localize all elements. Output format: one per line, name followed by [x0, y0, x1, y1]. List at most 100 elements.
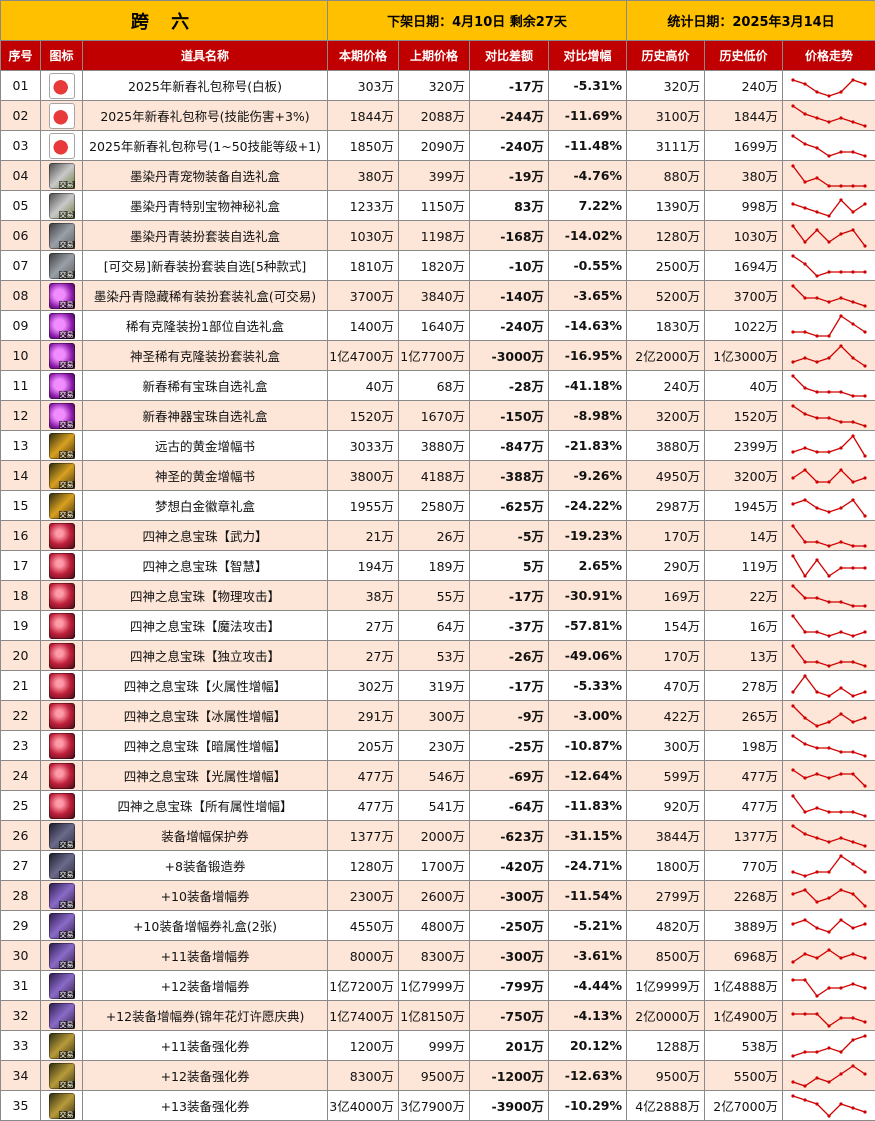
trend-cell — [782, 490, 875, 521]
gold-icon: 交易 — [48, 462, 75, 489]
history-low: 278万 — [704, 670, 784, 701]
history-low: 770万 — [704, 850, 784, 881]
current-price: 3700万 — [327, 280, 400, 311]
trend-point — [863, 565, 867, 570]
row-number: 17 — [0, 550, 41, 581]
item-icon-cell: 交易 — [40, 910, 83, 941]
trend-point — [839, 985, 843, 990]
table-row: 02 2025年新春礼包称号(技能伤害+3%) 1844万 2088万 -244万 -11… — [0, 100, 875, 131]
trend-point — [803, 111, 807, 116]
table-row: 34 交易 +12装备强化券 8300万 9500万 -1200万 -12.63% 9500万… — [0, 1060, 875, 1091]
trend-cell — [782, 1000, 875, 1031]
trend-point — [803, 951, 807, 956]
history-low: 1520万 — [704, 400, 784, 431]
col-current-price: 本期价格 — [327, 40, 400, 71]
history-high: 3111万 — [626, 130, 706, 161]
price-trend-sparkline — [791, 1033, 867, 1058]
trend-point — [863, 1033, 867, 1038]
history-low: 1699万 — [704, 130, 784, 161]
previous-price: 2000万 — [398, 820, 471, 851]
row-number: 27 — [0, 850, 41, 881]
ticket2-icon: 交易 — [48, 1002, 75, 1029]
price-diff: 5万 — [469, 550, 550, 581]
trend-cell — [782, 160, 875, 191]
history-high: 5200万 — [626, 280, 706, 311]
trend-point — [851, 719, 855, 724]
price-trend-sparkline — [791, 853, 867, 878]
row-number: 14 — [0, 460, 41, 491]
price-diff: -69万 — [469, 760, 550, 791]
item-icon-cell: 交易 — [40, 1090, 83, 1121]
history-high: 3100万 — [626, 100, 706, 131]
trend-point — [815, 539, 819, 544]
current-price: 3800万 — [327, 460, 400, 491]
history-low: 2亿7000万 — [704, 1090, 784, 1121]
previous-price: 8300万 — [398, 940, 471, 971]
price-change-pct: -30.91% — [548, 580, 628, 611]
trend-point — [815, 333, 819, 338]
trend-point — [803, 831, 807, 836]
trend-point — [863, 689, 867, 694]
gem-icon — [48, 582, 75, 609]
trend-point — [839, 917, 843, 922]
row-number: 13 — [0, 430, 41, 461]
previous-price: 1670万 — [398, 400, 471, 431]
row-number: 05 — [0, 190, 41, 221]
price-trend-sparkline — [791, 887, 867, 908]
trend-point — [803, 355, 807, 360]
col-no: 序号 — [0, 40, 41, 71]
price-diff: -19万 — [469, 160, 550, 191]
previous-price: 1亿8150万 — [398, 1000, 471, 1031]
current-price: 3亿4000万 — [327, 1090, 400, 1121]
price-change-pct: 7.22% — [548, 190, 628, 221]
trend-cell — [782, 820, 875, 851]
price-change-pct: -3.65% — [548, 280, 628, 311]
previous-price: 1亿7700万 — [398, 340, 471, 371]
col-icon: 图标 — [40, 40, 83, 71]
table-body: 01 2025年新春礼包称号(白板) 303万 320万 -17万 -5.31% 320万 2… — [0, 70, 875, 1121]
current-price: 38万 — [327, 580, 400, 611]
trend-point — [815, 389, 819, 394]
trend-point — [863, 329, 867, 334]
trend-cell — [782, 760, 875, 791]
trend-point — [803, 775, 807, 780]
history-high: 320万 — [626, 70, 706, 101]
history-low: 538万 — [704, 1030, 784, 1061]
trend-point — [863, 81, 867, 86]
history-low: 2268万 — [704, 880, 784, 911]
trend-point — [791, 703, 795, 708]
trend-point — [803, 1011, 807, 1016]
history-low: 477万 — [704, 760, 784, 791]
col-high: 历史高价 — [626, 40, 706, 71]
item-name: 墨染丹青隐藏稀有装扮套装礼盒(可交易) — [81, 280, 329, 311]
trend-point — [839, 629, 843, 634]
trend-point — [839, 749, 843, 754]
trend-point — [803, 887, 807, 892]
price-change-pct: 20.12% — [548, 1030, 628, 1061]
item-name: 墨染丹青装扮套装自选礼盒 — [81, 220, 329, 251]
trade-tag: 交易 — [58, 1110, 75, 1119]
price-trend-sparkline — [791, 133, 867, 158]
history-high: 470万 — [626, 670, 706, 701]
trend-point — [863, 1019, 867, 1024]
gem-icon — [48, 612, 75, 639]
price-diff: -300万 — [469, 940, 550, 971]
item-name: 四神之息宝珠【所有属性增幅】 — [81, 790, 329, 821]
history-low: 40万 — [704, 370, 784, 401]
price-trend-sparkline — [791, 917, 867, 934]
trend-point — [839, 89, 843, 94]
table-row: 28 交易 +10装备增幅券 2300万 2600万 -300万 -11.54% 2799万 2… — [0, 880, 875, 911]
trend-point — [791, 793, 795, 798]
item-name: 四神之息宝珠【火属性增幅】 — [81, 670, 329, 701]
item-name: 神圣的黄金增幅书 — [81, 460, 329, 491]
price-diff: -25万 — [469, 730, 550, 761]
trend-point — [815, 505, 819, 510]
trend-point — [815, 295, 819, 300]
row-number: 16 — [0, 520, 41, 551]
item-name: 2025年新春礼包称号(白板) — [81, 70, 329, 101]
trend-cell — [782, 790, 875, 821]
trend-line — [792, 555, 866, 577]
item-icon-cell: 交易 — [40, 490, 83, 521]
current-price: 1233万 — [327, 190, 400, 221]
history-high: 1亿9999万 — [626, 970, 706, 1001]
